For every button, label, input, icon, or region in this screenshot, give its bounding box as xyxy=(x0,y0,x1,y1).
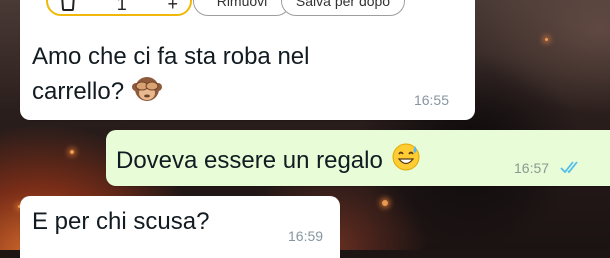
wallpaper-spark xyxy=(70,150,74,154)
wallpaper-spark xyxy=(382,200,388,206)
message-text-content: Doveva essere un regalo xyxy=(116,146,383,174)
message-text: E per chi scusa? xyxy=(32,208,210,235)
message-bubble-outgoing[interactable]: Doveva essere un regalo 16:57 xyxy=(106,130,610,186)
message-bubble-incoming[interactable]: Amo che ci fa sta roba nel carrello? 16:… xyxy=(20,22,475,120)
save-for-later-button[interactable]: Salva per dopo xyxy=(281,0,405,16)
message-time: 16:57 xyxy=(514,160,550,176)
message-time: 16:59 xyxy=(288,228,324,244)
wallpaper-spark xyxy=(545,38,548,41)
message-text: Amo che ci fa sta roba nel carrello? xyxy=(32,41,362,112)
message-text-content: Amo che ci fa sta roba nel carrello? xyxy=(32,43,310,105)
message-time: 16:55 xyxy=(413,92,449,108)
quantity-value: 1 xyxy=(116,0,127,14)
cart-product-card: 1 + Rimuovi Salva per dopo xyxy=(20,0,475,22)
grinning-sweat-icon xyxy=(391,142,421,181)
remove-button[interactable]: Rimuovi xyxy=(193,0,291,16)
plus-icon[interactable]: + xyxy=(167,0,178,14)
see-no-evil-monkey-icon xyxy=(132,73,163,112)
quantity-stepper[interactable]: 1 + xyxy=(46,0,192,16)
read-receipt-icon xyxy=(559,158,583,176)
message-bubble-incoming[interactable]: E per chi scusa? 16:59 xyxy=(20,196,340,258)
trash-icon[interactable] xyxy=(60,0,76,11)
message-text: Doveva essere un regalo xyxy=(116,142,421,181)
